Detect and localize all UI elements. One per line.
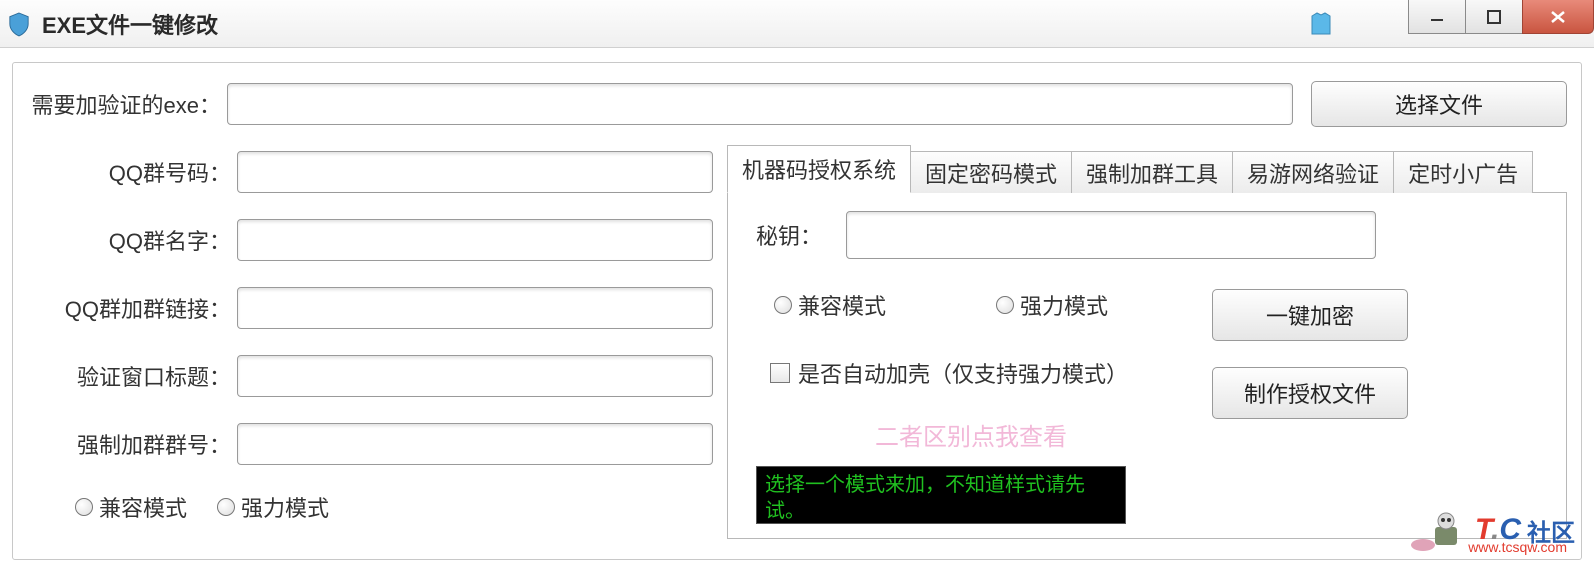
auto-shell-checkbox[interactable]: 是否自动加壳（仅支持强力模式） xyxy=(756,357,1186,389)
exe-path-input[interactable] xyxy=(227,83,1293,125)
exe-path-label: 需要加验证的exe： xyxy=(27,88,227,120)
compat-mode-radio-left[interactable]: 兼容模式 xyxy=(75,491,187,523)
encrypt-button[interactable]: 一键加密 xyxy=(1212,289,1408,341)
maximize-button[interactable] xyxy=(1465,0,1523,34)
make-auth-file-button[interactable]: 制作授权文件 xyxy=(1212,367,1408,419)
auto-shell-label: 是否自动加壳（仅支持强力模式） xyxy=(798,357,1128,389)
console-output: 选择一个模式来加，不知道样式请先试。 xyxy=(756,466,1126,524)
strong-mode-label: 强力模式 xyxy=(241,491,329,523)
tab-body: 秘钥： 兼容模式 强力 xyxy=(727,193,1567,539)
checkbox-icon xyxy=(770,363,790,383)
compat-mode-label: 兼容模式 xyxy=(99,491,187,523)
window-controls xyxy=(1409,0,1594,34)
minimize-button[interactable] xyxy=(1408,0,1466,34)
main-panel: 需要加验证的exe： 选择文件 QQ群号码： QQ群名字： QQ群加群链接： xyxy=(12,62,1582,560)
strong-mode-radio-right[interactable]: 强力模式 xyxy=(996,289,1108,321)
qq-group-number-input[interactable] xyxy=(237,151,713,193)
strong-mode-radio-left[interactable]: 强力模式 xyxy=(217,491,329,523)
watermark-url: www.tcsqw.com xyxy=(1468,539,1567,555)
force-group-number-label: 强制加群群号： xyxy=(27,428,237,460)
console-text: 选择一个模式来加，不知道样式请先试。 xyxy=(765,471,1117,523)
strong-mode-label-2: 强力模式 xyxy=(1020,289,1108,321)
radio-icon xyxy=(75,498,93,516)
tab-bar: 机器码授权系统 固定密码模式 强制加群工具 易游网络验证 定时小广告 xyxy=(727,145,1567,193)
qq-group-number-label: QQ群号码： xyxy=(27,156,237,188)
compat-mode-radio-right[interactable]: 兼容模式 xyxy=(774,289,886,321)
choose-file-button[interactable]: 选择文件 xyxy=(1311,81,1567,127)
verify-window-title-input[interactable] xyxy=(237,355,713,397)
difference-link[interactable]: 二者区别点我查看 xyxy=(756,417,1186,452)
tab-machine-auth[interactable]: 机器码授权系统 xyxy=(727,145,911,193)
tab-timed-ad[interactable]: 定时小广告 xyxy=(1393,151,1533,193)
tab-eyou-verify[interactable]: 易游网络验证 xyxy=(1232,151,1394,193)
close-button[interactable] xyxy=(1522,0,1594,34)
app-icon xyxy=(8,11,30,37)
tshirt-icon xyxy=(1308,10,1334,38)
window-title: EXE文件一键修改 xyxy=(42,8,218,40)
secret-key-label: 秘钥： xyxy=(756,219,846,251)
tab-force-group[interactable]: 强制加群工具 xyxy=(1071,151,1233,193)
watermark: T.C 社区 www.tcsqw.com xyxy=(1407,507,1575,553)
qq-group-link-input[interactable] xyxy=(237,287,713,329)
compat-mode-label-2: 兼容模式 xyxy=(798,289,886,321)
left-column: QQ群号码： QQ群名字： QQ群加群链接： 验证窗口标题： 强制加群群号： xyxy=(27,145,727,539)
radio-icon xyxy=(996,296,1014,314)
force-group-number-input[interactable] xyxy=(237,423,713,465)
qq-group-link-label: QQ群加群链接： xyxy=(27,292,237,324)
qq-group-name-label: QQ群名字： xyxy=(27,224,237,256)
verify-window-title-label: 验证窗口标题： xyxy=(27,360,237,392)
right-column: 机器码授权系统 固定密码模式 强制加群工具 易游网络验证 定时小广告 秘钥： xyxy=(727,145,1567,539)
tab-fixed-password[interactable]: 固定密码模式 xyxy=(910,151,1072,193)
title-bar: EXE文件一键修改 xyxy=(0,0,1594,48)
secret-key-input[interactable] xyxy=(846,211,1376,259)
watermark-mascot-icon xyxy=(1407,507,1467,553)
radio-icon xyxy=(217,498,235,516)
qq-group-name-input[interactable] xyxy=(237,219,713,261)
radio-icon xyxy=(774,296,792,314)
